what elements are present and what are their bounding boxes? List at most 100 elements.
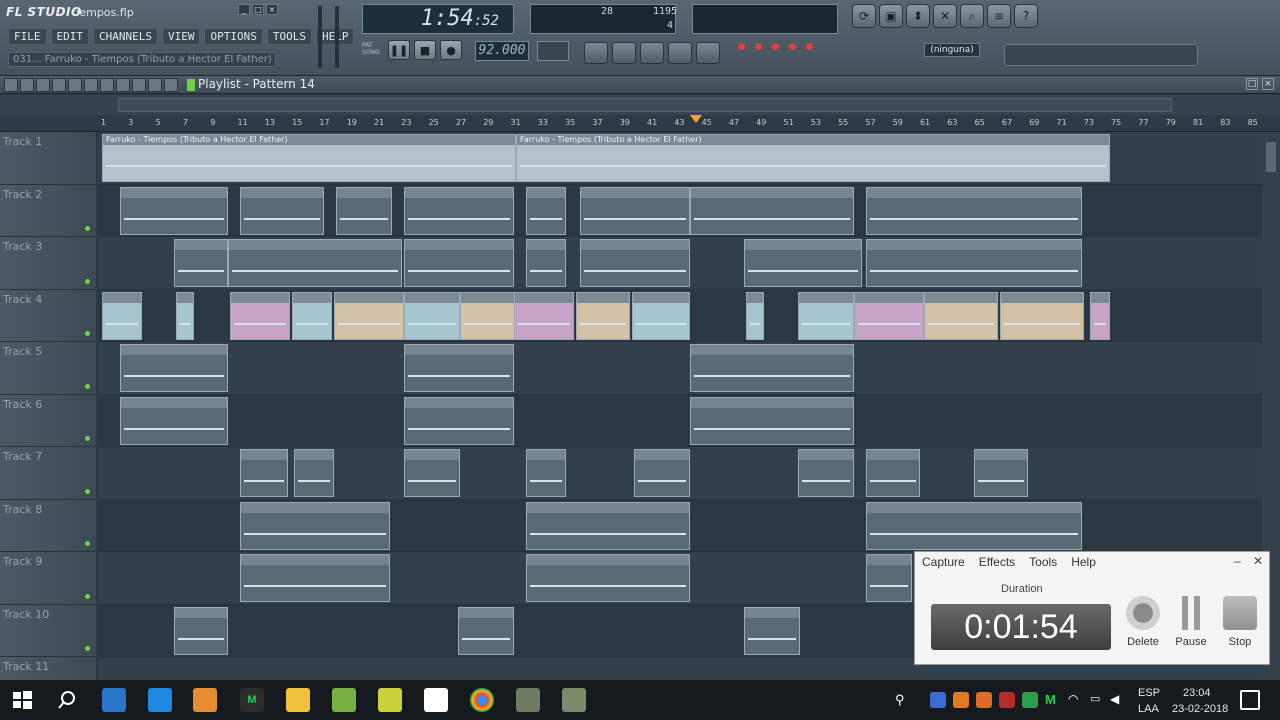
- close-icon[interactable]: ×: [266, 4, 278, 15]
- pattern-clip[interactable]: [120, 344, 228, 392]
- pattern-clip[interactable]: [292, 291, 332, 340]
- record-button[interactable]: ●: [440, 40, 462, 60]
- track-header[interactable]: Track 8: [0, 499, 96, 552]
- zoom-tool-icon[interactable]: [148, 78, 162, 92]
- track-lane[interactable]: [98, 394, 1262, 447]
- clock-date[interactable]: 23-02-2018: [1172, 703, 1228, 715]
- clock-time[interactable]: 23:04: [1183, 687, 1211, 699]
- pattern-clip[interactable]: [404, 449, 460, 497]
- pattern-clip[interactable]: [102, 291, 142, 340]
- timeline-ruler[interactable]: 1 3 5 7 9 11 13 15 17 19 21 23 25 27 29 31 33 35 37 39 41 43 4…: [0, 115, 1280, 132]
- master-volume-slider[interactable]: [318, 6, 322, 68]
- pattern-clip[interactable]: [1000, 291, 1084, 340]
- pattern-clip[interactable]: [798, 449, 854, 497]
- mode-song[interactable]: SONG: [362, 49, 380, 56]
- windows-start-icon[interactable]: [10, 688, 34, 712]
- pattern-clip[interactable]: [176, 291, 194, 340]
- pattern-clip[interactable]: [526, 186, 566, 235]
- stop-recording-button[interactable]: Stop: [1218, 596, 1262, 648]
- loop-record-led-icon[interactable]: [806, 43, 813, 50]
- track-mute-led-icon[interactable]: [85, 383, 90, 389]
- pattern-clip[interactable]: [866, 554, 912, 602]
- track-mute-led-icon[interactable]: [85, 488, 90, 494]
- notes-icon[interactable]: ≡: [987, 4, 1011, 28]
- track-mute-led-icon[interactable]: [85, 541, 90, 546]
- mute-tool-icon[interactable]: [84, 78, 98, 92]
- tools-icon[interactable]: ✕: [933, 4, 957, 28]
- edge-browser-icon[interactable]: [148, 688, 172, 712]
- store-icon[interactable]: [102, 688, 126, 712]
- recorder-app-icon[interactable]: [516, 688, 540, 712]
- recorder-close-icon[interactable]: ✕: [1253, 554, 1263, 568]
- track-mute-led-icon[interactable]: [85, 436, 90, 441]
- pattern-clip[interactable]: [690, 396, 854, 445]
- delete-button[interactable]: Delete: [1121, 596, 1165, 648]
- pattern-clip[interactable]: Farruko - Tiempos (Tributo a Hector El F…: [516, 134, 1110, 182]
- playlist-restore-icon[interactable]: □: [1246, 78, 1258, 90]
- search-icon[interactable]: ⌕: [960, 4, 984, 28]
- pattern-clip[interactable]: [690, 186, 854, 235]
- pattern-clip[interactable]: [460, 291, 516, 340]
- menu-file[interactable]: FILE: [8, 28, 47, 45]
- track-mute-led-icon[interactable]: [85, 226, 90, 231]
- media-player-icon[interactable]: [193, 688, 217, 712]
- track-header[interactable]: Track 2: [0, 184, 96, 237]
- pattern-clip[interactable]: [334, 291, 404, 340]
- pattern-clip[interactable]: [744, 606, 800, 655]
- pattern-clip[interactable]: [404, 344, 514, 392]
- tray-shield-icon[interactable]: [1022, 692, 1038, 708]
- pattern-clip[interactable]: [404, 239, 514, 287]
- wait-led-icon[interactable]: [755, 43, 762, 50]
- track-header[interactable]: Track 1: [0, 132, 96, 185]
- pattern-song-mode[interactable]: PAT SONG: [362, 42, 380, 56]
- pattern-clip[interactable]: [526, 501, 690, 550]
- recorder-minimize-icon[interactable]: –: [1234, 554, 1241, 568]
- fl-studio-fruit-icon[interactable]: [332, 688, 356, 712]
- pattern-clip[interactable]: [174, 239, 228, 287]
- pattern-clip[interactable]: [580, 186, 690, 235]
- pattern-clip[interactable]: [866, 449, 920, 497]
- pattern-clip[interactable]: [514, 291, 574, 340]
- playlist-icon[interactable]: [584, 42, 608, 64]
- pattern-clip[interactable]: [744, 239, 862, 287]
- pattern-clip[interactable]: [230, 291, 290, 340]
- language-bottom[interactable]: LAA: [1138, 703, 1159, 715]
- notifications-icon[interactable]: [1240, 690, 1260, 710]
- pattern-clip[interactable]: [294, 449, 334, 497]
- menu-tools[interactable]: TOOLS: [266, 28, 312, 45]
- pause-button[interactable]: ❚❚: [388, 40, 410, 60]
- pattern-clip[interactable]: [404, 396, 514, 445]
- playhead-marker[interactable]: [690, 115, 702, 123]
- channel-rack-icon[interactable]: [640, 42, 664, 64]
- app-m-icon[interactable]: M: [240, 688, 264, 712]
- playlist-close-icon[interactable]: ×: [1262, 78, 1274, 90]
- pattern-clip[interactable]: [580, 239, 690, 287]
- metronome-led-icon[interactable]: [738, 43, 745, 50]
- snap-selector[interactable]: [537, 41, 569, 61]
- file-explorer-icon[interactable]: [286, 688, 310, 712]
- pattern-clip[interactable]: [746, 291, 764, 340]
- slip-tool-icon[interactable]: [100, 78, 114, 92]
- delete-tool-icon[interactable]: [68, 78, 82, 92]
- track-header[interactable]: Track 5: [0, 342, 96, 395]
- mixer-icon[interactable]: [668, 42, 692, 64]
- pattern-clip[interactable]: [240, 449, 288, 497]
- track-mute-led-icon[interactable]: [85, 593, 90, 599]
- restore-icon[interactable]: □: [252, 4, 264, 15]
- track-header[interactable]: Track 3: [0, 237, 96, 290]
- track-header[interactable]: Track 9: [0, 552, 96, 605]
- recorder-app-active-icon[interactable]: [562, 688, 586, 712]
- tray-app-1-icon[interactable]: [930, 692, 946, 708]
- refresh-icon[interactable]: ⟳: [852, 4, 876, 28]
- browser-icon[interactable]: [696, 42, 720, 64]
- magnet-icon[interactable]: [20, 78, 34, 92]
- track-header[interactable]: Track 6: [0, 394, 96, 447]
- recorder-menu-help[interactable]: Help: [1071, 555, 1096, 569]
- track-mute-led-icon[interactable]: [85, 331, 90, 336]
- track-mute-led-icon[interactable]: [85, 278, 90, 284]
- pattern-clip[interactable]: [866, 186, 1082, 235]
- mode-pat[interactable]: PAT: [362, 42, 380, 49]
- pattern-clip[interactable]: [866, 239, 1082, 287]
- pattern-clip[interactable]: [174, 606, 228, 655]
- pattern-clip[interactable]: [974, 449, 1028, 497]
